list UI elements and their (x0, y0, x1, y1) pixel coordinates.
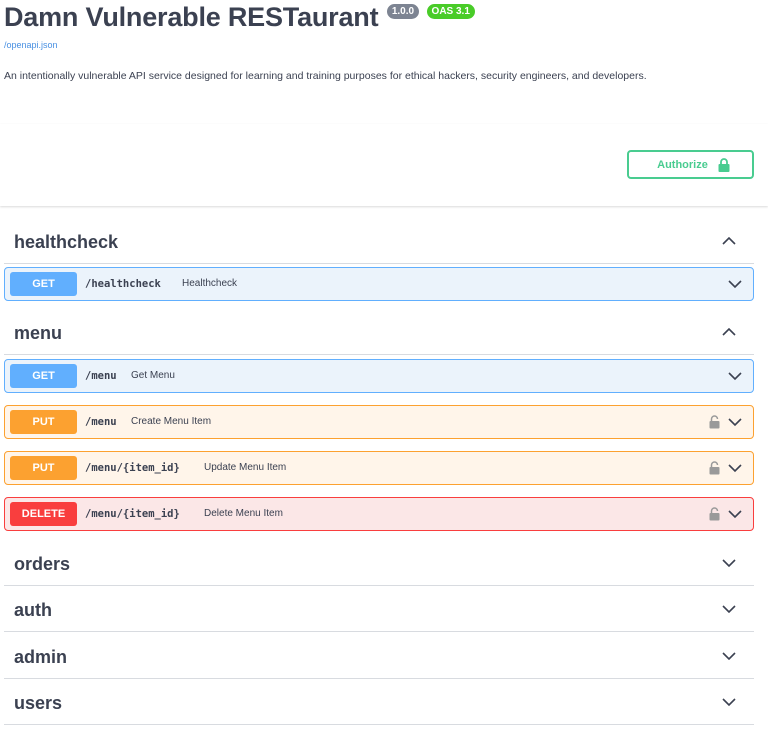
tag-healthcheck[interactable]: healthcheck (4, 218, 754, 264)
tag-name: admin (14, 647, 68, 667)
authorize-button[interactable]: Authorize (627, 150, 754, 179)
chevron-down-icon[interactable] (728, 369, 742, 383)
operation-path: /menu/{item_id} (85, 508, 180, 520)
operation-put-menu[interactable]: PUT /menu Create Menu Item (4, 405, 754, 439)
operation-delete-menu-item[interactable]: DELETE /menu/{item_id} Delete Menu Item (4, 497, 754, 531)
chevron-down-icon[interactable] (728, 415, 742, 429)
authorize-label: Authorize (657, 158, 708, 171)
operation-path: /menu (85, 370, 117, 382)
chevron-down-icon (722, 651, 736, 660)
tag-name: healthcheck (14, 232, 119, 252)
scheme-container: Authorize (0, 124, 768, 206)
tag-name: orders (14, 554, 71, 574)
tag-auth[interactable]: auth (4, 586, 754, 632)
chevron-down-icon (722, 558, 736, 567)
lock-icon (718, 157, 730, 172)
method-badge: PUT (10, 456, 77, 480)
tag-admin[interactable]: admin (4, 633, 754, 679)
chevron-down-icon (722, 604, 736, 613)
operation-path: /menu/{item_id} (85, 462, 180, 474)
chevron-down-icon[interactable] (728, 277, 742, 291)
operation-get-menu[interactable]: GET /menu Get Menu (4, 359, 754, 393)
lock-icon[interactable] (709, 461, 720, 475)
tag-name: menu (14, 323, 63, 343)
operation-summary: Get Menu (131, 370, 175, 381)
tag-users[interactable]: users (4, 679, 754, 725)
chevron-down-icon[interactable] (728, 461, 742, 475)
operation-get-healthcheck[interactable]: GET /healthcheck Healthcheck (4, 267, 754, 301)
method-badge: DELETE (10, 502, 77, 526)
tag-name: auth (14, 600, 52, 620)
tag-menu[interactable]: menu (4, 309, 754, 355)
tag-name: users (14, 693, 63, 713)
api-description: An intentionally vulnerable API service … (4, 70, 647, 82)
openapi-spec-link[interactable]: /openapi.json (4, 40, 58, 50)
chevron-up-icon (722, 327, 736, 336)
operation-put-menu-item[interactable]: PUT /menu/{item_id} Update Menu Item (4, 451, 754, 485)
chevron-down-icon[interactable] (728, 507, 742, 521)
lock-icon[interactable] (709, 507, 720, 521)
oas-badge: OAS 3.1 (426, 4, 475, 19)
operation-summary: Healthcheck (182, 278, 238, 289)
operation-summary: Delete Menu Item (204, 508, 283, 519)
lock-icon[interactable] (709, 415, 720, 429)
operation-summary: Create Menu Item (131, 416, 212, 427)
chevron-up-icon (722, 236, 736, 245)
chevron-down-icon (722, 697, 736, 706)
operation-path: /menu (85, 416, 117, 428)
operation-path: /healthcheck (85, 278, 161, 290)
method-badge: GET (10, 364, 77, 388)
title-row: Damn Vulnerable RESTaurant 1.0.0 OAS 3.1 (4, 2, 475, 38)
method-badge: PUT (10, 410, 77, 434)
version-badge: 1.0.0 (386, 4, 420, 19)
method-badge: GET (10, 272, 77, 296)
tag-orders[interactable]: orders (4, 540, 754, 586)
page-title: Damn Vulnerable RESTaurant (4, 2, 379, 32)
operation-summary: Update Menu Item (204, 462, 287, 473)
